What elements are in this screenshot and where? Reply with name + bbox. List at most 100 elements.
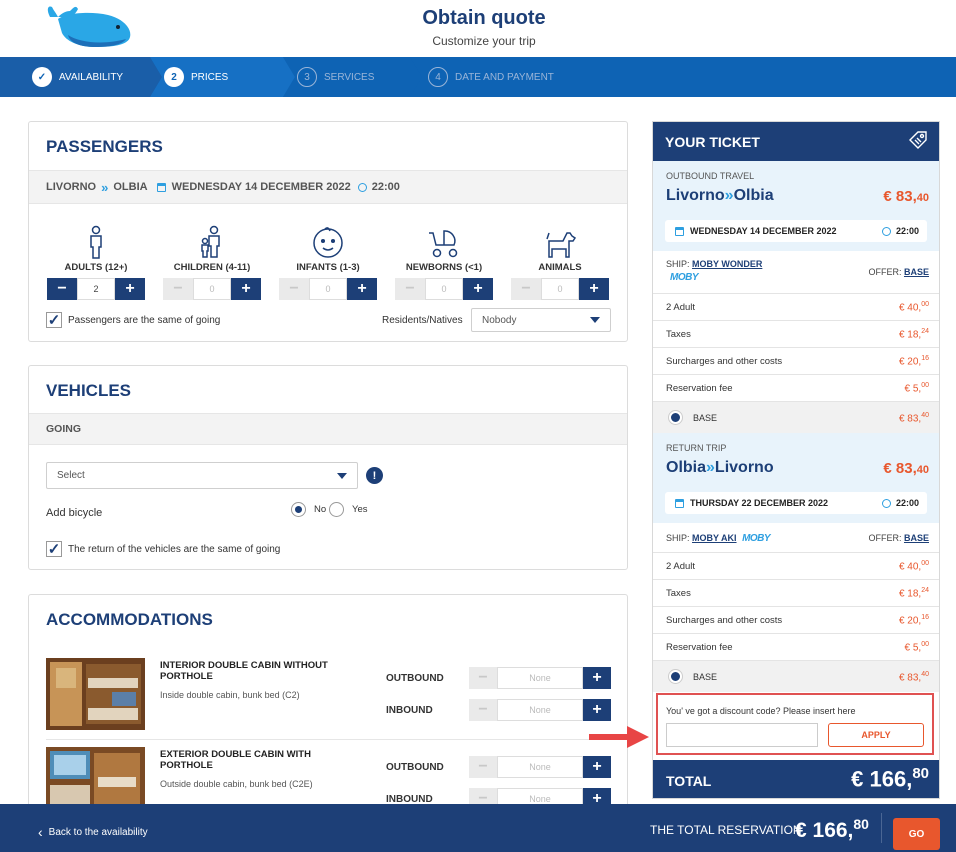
base-amount: € 83, bbox=[898, 672, 922, 684]
info-icon[interactable]: ! bbox=[366, 467, 383, 484]
outbound-row-surcharges: Surcharges and other costs € 20,16 bbox=[653, 347, 939, 374]
animals-value[interactable]: 0 bbox=[541, 278, 579, 300]
stroller-icon bbox=[386, 219, 502, 259]
caret-down-icon bbox=[590, 317, 600, 323]
infants-label: INFANTS (1-3) bbox=[296, 262, 360, 273]
bicycle-no-radio[interactable] bbox=[291, 502, 306, 517]
ship-label: SHIP: bbox=[666, 259, 690, 269]
row-amount-dec: 16 bbox=[921, 354, 929, 362]
base-radio[interactable] bbox=[669, 411, 682, 424]
return-time: 22:00 bbox=[895, 498, 919, 508]
children-minus-button[interactable]: − bbox=[163, 278, 193, 300]
infants-plus-button[interactable]: + bbox=[347, 278, 377, 300]
base-amount-dec: 40 bbox=[921, 412, 929, 419]
adults-minus-button[interactable]: − bbox=[47, 278, 77, 300]
return-label: RETURN TRIP bbox=[666, 443, 727, 453]
vehicles-same-label: The return of the vehicles are the same … bbox=[68, 544, 281, 555]
offer-link[interactable]: BASE bbox=[904, 267, 929, 277]
outbound-ship-info: SHIP: MOBY WONDER MOBY OFFER: BASE bbox=[653, 251, 939, 293]
animals-counter: ANIMALS − 0 + bbox=[502, 219, 618, 300]
vehicle-select[interactable]: Select bbox=[46, 462, 358, 489]
step-prices[interactable]: 2 PRICES bbox=[164, 57, 228, 97]
plus-button[interactable]: + bbox=[583, 699, 611, 721]
minus-button[interactable]: − bbox=[469, 667, 497, 689]
return-date: THURSDAY 22 DECEMBER 2022 bbox=[690, 498, 829, 508]
vehicles-panel: VEHICLES GOING Select ! Add bicycle No Y… bbox=[28, 365, 628, 570]
outbound-time: 22:00 bbox=[895, 226, 919, 236]
row-label: 2 Adult bbox=[666, 560, 696, 572]
passengers-same-checkbox[interactable]: ✓ bbox=[46, 312, 62, 328]
step-availability[interactable]: ✓ AVAILABILITY bbox=[32, 57, 123, 97]
plus-button[interactable]: + bbox=[583, 756, 611, 778]
minus-button[interactable]: − bbox=[469, 699, 497, 721]
passengers-same-label: Passengers are the same of going bbox=[68, 315, 221, 326]
cabin-outbound-value[interactable]: None bbox=[497, 756, 583, 778]
back-link[interactable]: ‹ Back to the availability bbox=[38, 824, 148, 840]
newborns-value[interactable]: 0 bbox=[425, 278, 463, 300]
double-chevron-icon: » bbox=[101, 179, 109, 195]
row-amount: € 18, bbox=[898, 588, 922, 600]
total-value: € 166, bbox=[851, 766, 913, 792]
return-route: Olbia»Livorno bbox=[666, 459, 774, 477]
outbound-route: Livorno»Olbia bbox=[666, 187, 774, 205]
discount-input[interactable] bbox=[666, 723, 818, 747]
adults-counter: ADULTS (12+) − 2 + bbox=[38, 219, 154, 300]
newborns-minus-button[interactable]: − bbox=[395, 278, 425, 300]
go-button[interactable]: GO bbox=[893, 818, 940, 850]
infant-icon bbox=[270, 219, 386, 259]
return-row-taxes: Taxes € 18,24 bbox=[653, 579, 939, 606]
infants-minus-button[interactable]: − bbox=[279, 278, 309, 300]
going-bar: GOING bbox=[29, 413, 627, 445]
cabin-outbound-stepper: − None + bbox=[469, 667, 611, 689]
offer-label: OFFER: bbox=[868, 267, 902, 277]
discount-label: You' ve got a discount code? Please inse… bbox=[666, 706, 856, 716]
page-subtitle: Customize your trip bbox=[432, 34, 536, 48]
cabin-inbound-value[interactable]: None bbox=[497, 699, 583, 721]
bicycle-yes-radio[interactable] bbox=[329, 502, 344, 517]
step-date-payment[interactable]: 4 DATE AND PAYMENT bbox=[428, 57, 554, 97]
vehicles-same-checkbox[interactable]: ✓ bbox=[46, 541, 62, 557]
infants-value[interactable]: 0 bbox=[309, 278, 347, 300]
cabin-outbound-value[interactable]: None bbox=[497, 667, 583, 689]
bicycle-no-label: No bbox=[314, 504, 327, 515]
adults-plus-button[interactable]: + bbox=[115, 278, 145, 300]
plus-button[interactable]: + bbox=[583, 667, 611, 689]
moby-logo: MOBY bbox=[742, 533, 771, 544]
minus-button[interactable]: − bbox=[469, 756, 497, 778]
newborns-plus-button[interactable]: + bbox=[463, 278, 493, 300]
total-label: TOTAL bbox=[666, 773, 712, 789]
residents-value: Nobody bbox=[482, 314, 517, 326]
adults-value[interactable]: 2 bbox=[77, 278, 115, 300]
step-label: DATE AND PAYMENT bbox=[455, 71, 554, 83]
return-price: € 83,40 bbox=[883, 460, 929, 477]
return-from: Olbia bbox=[666, 459, 707, 476]
step-label: PRICES bbox=[191, 71, 229, 83]
calendar-icon bbox=[675, 226, 684, 236]
outbound-date: WEDNESDAY 14 DECEMBER 2022 bbox=[690, 226, 837, 236]
row-amount-dec: 00 bbox=[921, 559, 929, 567]
row-amount: € 5, bbox=[904, 642, 922, 654]
residents-label: Residents/Natives bbox=[382, 315, 463, 326]
ticket-tag-icon bbox=[907, 130, 929, 155]
outbound-datebox: WEDNESDAY 14 DECEMBER 2022 22:00 bbox=[665, 220, 927, 242]
offer-link[interactable]: BASE bbox=[904, 533, 929, 543]
children-value[interactable]: 0 bbox=[193, 278, 231, 300]
double-chevron-icon: » bbox=[724, 187, 734, 204]
step-services[interactable]: 3 SERVICES bbox=[297, 57, 374, 97]
residents-select[interactable]: Nobody bbox=[471, 308, 611, 332]
outbound-base-row[interactable]: BASE € 83,40 bbox=[653, 401, 939, 433]
animals-plus-button[interactable]: + bbox=[579, 278, 609, 300]
row-label: Reservation fee bbox=[666, 641, 733, 653]
ship-name-link[interactable]: MOBY WONDER bbox=[692, 259, 762, 269]
base-radio[interactable] bbox=[669, 670, 682, 683]
children-plus-button[interactable]: + bbox=[231, 278, 261, 300]
outbound-label: OUTBOUND bbox=[386, 762, 444, 773]
row-amount: € 40, bbox=[898, 302, 922, 314]
apply-button[interactable]: APPLY bbox=[828, 723, 924, 747]
double-chevron-icon: » bbox=[706, 459, 715, 476]
return-base-row[interactable]: BASE € 83,40 bbox=[653, 660, 939, 692]
discount-section: You' ve got a discount code? Please inse… bbox=[656, 693, 934, 755]
animals-minus-button[interactable]: − bbox=[511, 278, 541, 300]
outbound-label: OUTBOUND TRAVEL bbox=[666, 171, 755, 181]
ship-name-link[interactable]: MOBY AKI bbox=[692, 533, 737, 543]
